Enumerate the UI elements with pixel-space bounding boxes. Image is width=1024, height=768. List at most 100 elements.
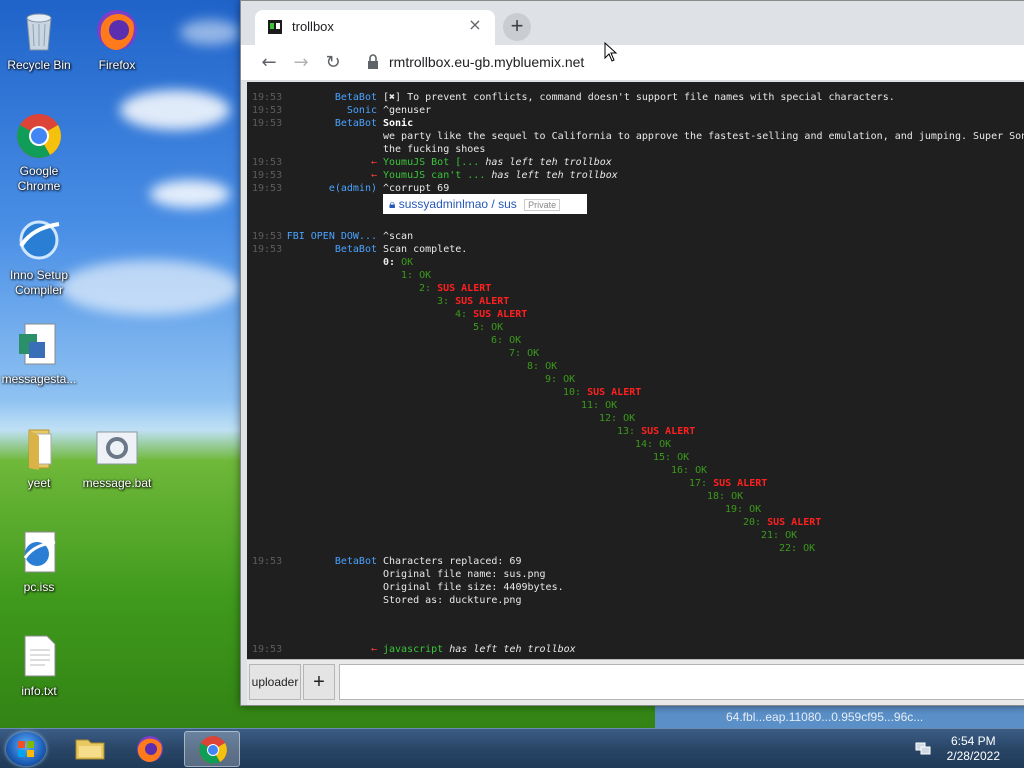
chrome-icon [15,112,63,160]
scan-result: 14: OK [635,438,671,451]
desktop-icon-yeet[interactable]: yeet [0,424,81,491]
recycle-bin-icon [15,6,63,54]
message-text: Stored as: duckture.png [383,595,522,606]
desktop-icon-google-chrome[interactable]: Google Chrome [0,112,81,194]
scan-result-row: 6: OK [247,334,1024,347]
scan-status-ok: OK [749,504,762,515]
system-clock[interactable]: 6:54 PM 2/28/2022 [947,734,1000,764]
scan-status-ok: OK [563,374,576,385]
lock-icon: 🔒︎ [389,197,396,211]
desktop-icon-message-bat[interactable]: message.bat [75,424,159,491]
browser-window: trollbox × + ← → ↻ rmtrollbox.eu-gb.mybl… [240,0,1024,706]
chat-message-continuation: Original file name: sus.png [247,568,1024,581]
scan-result: 13: SUS ALERT [617,425,695,438]
scan-result: 20: SUS ALERT [743,516,821,529]
new-tab-button[interactable]: + [503,13,531,41]
scan-status-ok: OK [803,543,816,554]
message-text: ^scan [383,231,414,242]
scan-index: 5: [473,322,486,333]
scan-index: 18: [707,491,726,502]
scan-status-ok: OK [545,361,558,372]
chat-log[interactable]: 19:53 BetaBot [✖] To prevent conflicts, … [247,82,1024,659]
desktop-icon-firefox[interactable]: Firefox [75,6,159,73]
leave-arrow-icon: ← [370,644,377,655]
scan-result-row: 11: OK [247,399,1024,412]
clock-date: 2/28/2022 [946,749,1000,763]
scan-result: 7: OK [509,347,539,360]
desktop-icon-inno-setup[interactable]: Inno Setup Compiler [0,216,81,298]
scan-index: 8: [527,361,540,372]
scan-result-row: 12: OK [247,412,1024,425]
desktop-icon-recycle-bin[interactable]: Recycle Bin [0,6,81,73]
message-text: ^genuser [383,105,432,116]
timestamp: 19:53 [252,183,283,194]
add-button[interactable]: + [303,664,335,700]
windows-logo-icon [18,741,34,757]
scan-status-ok: OK [695,465,708,476]
message-text: we party like the sequel to California t… [383,131,1024,142]
clock-time: 6:54 PM [950,734,996,748]
tab-trollbox[interactable]: trollbox × [255,10,495,45]
timestamp: 19:53 [252,244,283,255]
taskbar-firefox[interactable] [122,731,178,767]
leave-notice: 19:53 ← javascript has left teh trollbox [247,643,1024,656]
uploader-button[interactable]: uploader [249,664,301,700]
taskbar-explorer[interactable] [62,731,118,767]
nickname[interactable]: FBI OPEN DOW... [287,230,377,243]
nickname[interactable]: e(admin) [329,182,377,195]
scan-index: 3: [437,296,450,307]
scan-result: 6: OK [491,334,521,347]
scan-result-row: 8: OK [247,360,1024,373]
message-text: Scan complete. [383,244,468,255]
chat-message-continuation: Stored as: duckture.png [247,594,1024,607]
link-preview-card[interactable]: 🔒︎ sussyadminlmao / sus Private [383,194,587,214]
start-button[interactable] [6,732,46,766]
scan-result-row: 3: SUS ALERT [247,295,1024,308]
leaving-user[interactable]: javascript [383,644,443,655]
chat-message-continuation: Original file size: 4409bytes. [247,581,1024,594]
desktop-icon-label: Google Chrome [17,164,61,193]
scan-index: 2: [419,283,432,294]
scan-index: 19: [725,504,744,515]
lock-icon[interactable] [367,54,381,72]
network-icon[interactable] [914,741,932,757]
scan-index: 9: [545,374,558,385]
nickname[interactable]: Sonic [347,104,377,117]
tab-close-icon[interactable]: × [467,17,483,33]
address-bar-url[interactable]: rmtrollbox.eu-gb.mybluemix.net [389,54,584,70]
arrow-left-icon[interactable]: ← [255,49,283,77]
scan-result: 3: SUS ALERT [437,295,509,308]
nickname[interactable]: BetaBot [335,91,377,104]
chat-message: 19:53 BetaBot Scan complete. [247,243,1024,256]
nickname[interactable]: BetaBot [335,117,377,130]
scan-status-alert: SUS ALERT [437,283,492,294]
scan-index: 0: [383,257,396,268]
scan-status-alert: SUS ALERT [767,517,822,528]
desktop-icon-info-txt[interactable]: info.txt [0,632,81,699]
reload-icon[interactable]: ↻ [319,49,347,77]
leave-message: has left teh trollbox [485,157,612,168]
leaving-user[interactable]: YoumuJS Bot [... [383,157,479,168]
scan-result: 12: OK [599,412,635,425]
arrow-right-icon[interactable]: → [287,49,315,77]
chat-message: 19:53 BetaBot Characters replaced: 69 [247,555,1024,568]
scan-result-row: 18: OK [247,490,1024,503]
scan-result-row: 19: OK [247,503,1024,516]
leaving-user[interactable]: YoumuJS can't ... [383,170,485,181]
chat-message-continuation: we party like the sequel to California t… [247,130,1024,143]
scan-index: 15: [653,452,672,463]
desktop-icon-pc-iss[interactable]: pc.iss [0,528,81,595]
chat-message-continuation: the fucking shoes [247,143,1024,156]
desktop-icon-messagesta[interactable]: messagesta... [0,320,81,387]
scan-status-ok: OK [527,348,540,359]
desktop-icon-label: info.txt [21,684,57,698]
message-text: Characters replaced: 69 [383,556,522,567]
nickname[interactable]: BetaBot [335,555,377,568]
timestamp: 19:53 [252,556,283,567]
timestamp: 19:53 [252,170,283,181]
chat-input[interactable] [339,664,1024,700]
scan-status-ok: OK [419,270,432,281]
nickname[interactable]: BetaBot [335,243,377,256]
taskbar-chrome[interactable] [184,731,240,767]
scan-index: 1: [401,270,414,281]
